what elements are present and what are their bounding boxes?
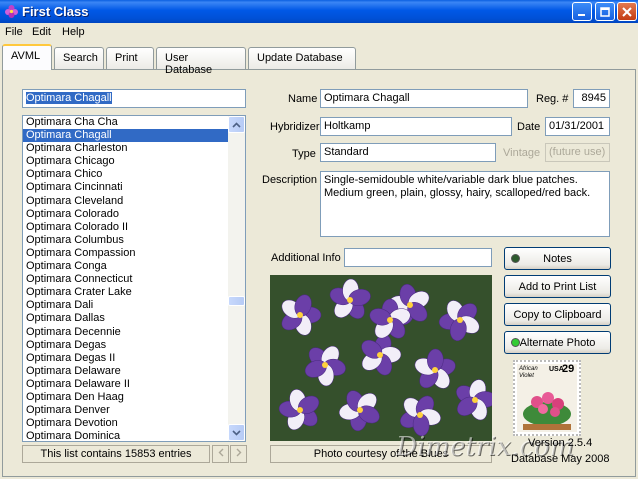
list-item[interactable]: Optimara Chicago — [23, 155, 228, 168]
add-print-label: Add to Print List — [518, 280, 597, 293]
list-item[interactable]: Optimara Conga — [23, 260, 228, 273]
close-icon — [622, 6, 632, 17]
list-item[interactable]: Optimara Delaware — [23, 365, 228, 378]
additional-info-label: Additional Info — [271, 252, 341, 264]
menu-bar: File Edit Help — [0, 23, 638, 42]
reg-number-field[interactable]: 8945 — [573, 89, 610, 108]
scroll-up-button[interactable] — [228, 116, 245, 133]
title-bar: First Class — [0, 0, 638, 23]
menu-file[interactable]: File — [5, 26, 23, 38]
list-item[interactable]: Optimara Cleveland — [23, 195, 228, 208]
scroll-down-button[interactable] — [228, 424, 245, 441]
tab-update-database[interactable]: Update Database — [248, 47, 356, 69]
type-label: Type — [292, 148, 316, 160]
hybridizer-label: Hybridizer — [270, 121, 320, 133]
list-count-status: This list contains 15853 entries — [22, 445, 210, 463]
list-item[interactable]: Optimara Cha Cha — [23, 116, 228, 129]
stamp-value: 29 — [562, 363, 575, 375]
tab-print[interactable]: Print — [106, 47, 154, 69]
postage-stamp-image: African Violet USA 29 — [513, 360, 581, 436]
violet-app-icon — [5, 5, 18, 18]
description-label: Description — [262, 174, 318, 186]
list-scrollbar[interactable] — [228, 116, 245, 441]
list-items: Optimara Cha Cha Optimara Chagall Optimara… — [23, 116, 245, 441]
list-item[interactable]: Optimara Compassion — [23, 247, 228, 260]
hybridizer-field[interactable]: Holtkamp — [320, 117, 512, 136]
description-field[interactable]: Single-semidouble white/variable dark bl… — [320, 171, 610, 237]
list-item[interactable]: Optimara Dallas — [23, 312, 228, 325]
list-item[interactable]: Optimara Colorado — [23, 208, 228, 221]
date-label: Date — [517, 121, 541, 133]
list-item[interactable]: Optimara Den Haag — [23, 391, 228, 404]
copy-label: Copy to Clipboard — [513, 308, 602, 321]
menu-help[interactable]: Help — [62, 26, 85, 38]
list-next-button[interactable] — [230, 445, 247, 463]
scroll-thumb[interactable] — [228, 296, 245, 306]
window-title: First Class — [22, 4, 89, 19]
list-item[interactable]: Optimara Connecticut — [23, 273, 228, 286]
list-item[interactable]: Optimara Dali — [23, 299, 228, 312]
list-item[interactable]: Optimara Colorado II — [23, 221, 228, 234]
search-input-text: Optimara Chagall — [26, 92, 112, 104]
tab-avml[interactable]: AVML — [2, 44, 52, 70]
list-item[interactable]: Optimara Crater Lake — [23, 286, 228, 299]
maximize-icon — [600, 6, 610, 17]
chevron-down-icon — [232, 429, 241, 436]
stamp-title: African Violet — [519, 366, 538, 379]
close-button[interactable] — [617, 2, 637, 21]
reg-label: Reg. # — [536, 93, 569, 105]
alternate-photo-label: Alternate Photo — [519, 336, 596, 349]
search-input[interactable]: Optimara Chagall — [22, 89, 246, 108]
notes-button[interactable]: Notes — [504, 247, 611, 270]
add-to-print-list-button[interactable]: Add to Print List — [504, 275, 611, 298]
list-item[interactable]: Optimara Dominica — [23, 430, 228, 441]
notes-button-label: Notes — [543, 252, 572, 265]
african-violet-image — [270, 275, 492, 441]
tab-search[interactable]: Search — [54, 47, 104, 69]
list-item[interactable]: Optimara Delaware II — [23, 378, 228, 391]
alternate-photo-indicator-icon — [511, 338, 520, 347]
version-text: Version 2.5.4 — [528, 437, 593, 449]
list-item[interactable]: Optimara Chico — [23, 168, 228, 181]
list-item[interactable]: Optimara Devotion — [23, 417, 228, 430]
list-item[interactable]: Optimara Decennie — [23, 326, 228, 339]
list-item[interactable]: Optimara Columbus — [23, 234, 228, 247]
vintage-label: Vintage — [503, 147, 541, 159]
list-item[interactable]: Optimara Degas — [23, 339, 228, 352]
chevron-right-icon — [236, 448, 241, 457]
list-prev-button[interactable] — [212, 445, 229, 463]
list-item[interactable]: Optimara Denver — [23, 404, 228, 417]
database-date-text: Database May 2008 — [511, 453, 610, 465]
list-item[interactable]: Optimara Degas II — [23, 352, 228, 365]
variety-list[interactable]: Optimara Cha Cha Optimara Chagall Optimara… — [22, 115, 246, 442]
additional-info-field[interactable] — [344, 248, 492, 267]
copy-to-clipboard-button[interactable]: Copy to Clipboard — [504, 303, 611, 326]
menu-edit[interactable]: Edit — [32, 26, 51, 38]
violet-photo — [270, 275, 492, 441]
minimize-button[interactable] — [572, 2, 592, 21]
date-field[interactable]: 01/31/2001 — [545, 117, 610, 136]
list-item[interactable]: Optimara Cincinnati — [23, 181, 228, 194]
name-field[interactable]: Optimara Chagall — [320, 89, 528, 108]
list-item[interactable]: Optimara Chagall — [23, 129, 228, 143]
tab-user-database[interactable]: User Database — [156, 47, 246, 76]
maximize-button[interactable] — [595, 2, 615, 21]
chevron-left-icon — [218, 448, 223, 457]
list-item[interactable]: Optimara Charleston — [23, 142, 228, 155]
notes-indicator-icon — [511, 254, 520, 263]
minimize-icon — [578, 13, 585, 16]
name-label: Name — [288, 93, 318, 105]
chevron-up-icon — [232, 121, 241, 128]
alternate-photo-button[interactable]: Alternate Photo — [504, 331, 611, 354]
vintage-field: (future use) — [545, 143, 610, 162]
type-field[interactable]: Standard — [320, 143, 496, 162]
